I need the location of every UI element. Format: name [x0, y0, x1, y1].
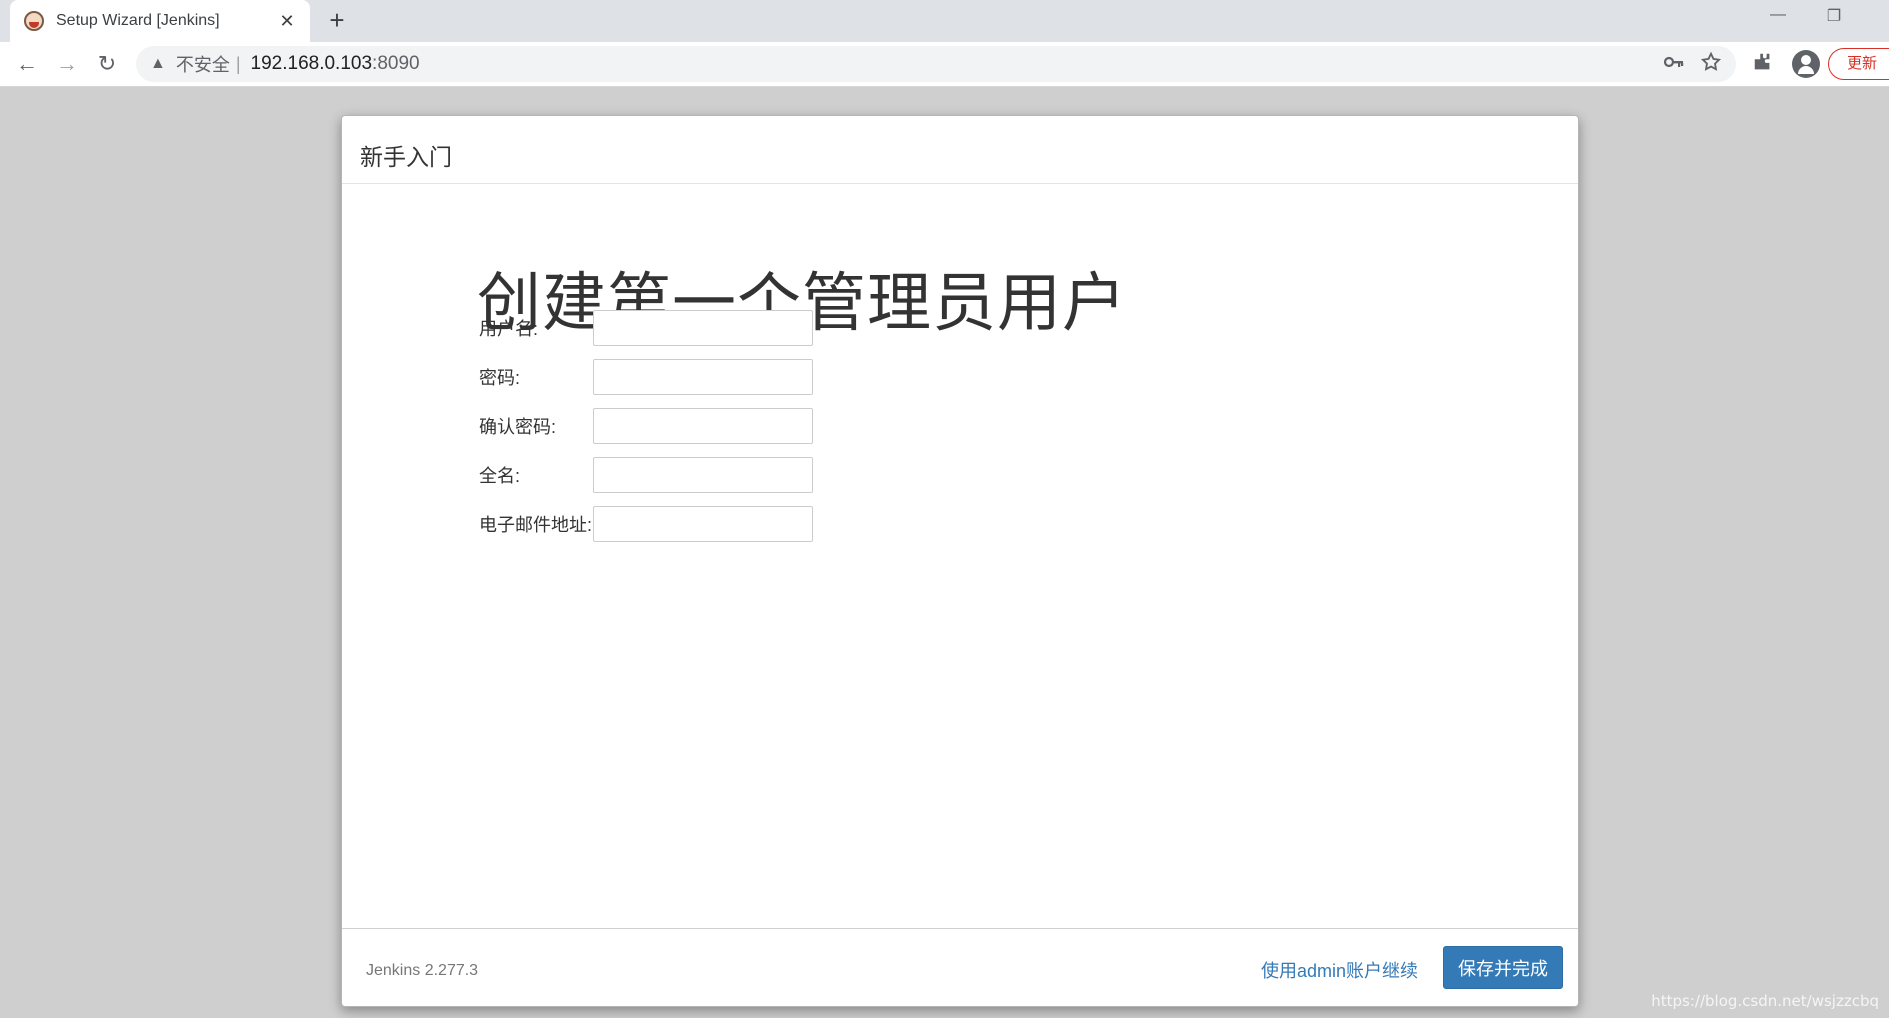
username-label: 用户名:	[479, 319, 539, 339]
warning-icon: ▲	[150, 55, 166, 72]
jenkins-version: Jenkins 2.277.3	[366, 962, 479, 979]
dialog-body: 创建第一个管理员用户 用户名: 密码: 确认密码: 全名: 电子邮件地址:	[342, 184, 1578, 923]
browser-tab-active[interactable]: Setup Wizard [Jenkins] ✕	[10, 0, 310, 42]
email-input[interactable]	[593, 506, 813, 542]
watermark: https://blog.csdn.net/wsjzzcbq	[1651, 992, 1879, 1010]
form-row-confirm-password: 确认密码:	[479, 408, 813, 444]
extensions-icon[interactable]	[1752, 51, 1774, 79]
reload-button[interactable]: ↻	[92, 49, 122, 79]
star-icon[interactable]	[1700, 51, 1722, 79]
jenkins-favicon-icon	[24, 11, 44, 31]
browser-toolbar: ← → ↻ ▲ 不安全 | 192.168.0.103 :8090 更新	[0, 42, 1889, 87]
address-separator: |	[235, 53, 241, 74]
continue-as-admin-link[interactable]: 使用admin账户继续	[1261, 957, 1418, 983]
new-tab-button[interactable]: +	[322, 6, 352, 36]
username-input[interactable]	[593, 310, 813, 346]
browser-tab-strip: Setup Wizard [Jenkins] ✕ + — ❐	[0, 0, 1889, 42]
fullname-label: 全名:	[479, 466, 521, 486]
tab-close-icon[interactable]: ✕	[276, 11, 298, 32]
address-host: 192.168.0.103	[250, 53, 373, 74]
update-browser-button[interactable]: 更新	[1828, 48, 1889, 80]
tab-title: Setup Wizard [Jenkins]	[56, 12, 220, 29]
page-content: 新手入门 创建第一个管理员用户 用户名: 密码: 确认密码: 全名: 电子邮件地…	[0, 87, 1889, 1018]
password-input[interactable]	[593, 359, 813, 395]
restore-window-icon[interactable]: ❐	[1814, 6, 1854, 26]
email-label: 电子邮件地址:	[479, 515, 593, 535]
save-and-finish-button[interactable]: 保存并完成	[1443, 946, 1563, 989]
address-port: :8090	[372, 53, 420, 74]
form-row-email: 电子邮件地址:	[479, 506, 813, 542]
dialog-footer: Jenkins 2.277.3 使用admin账户继续 保存并完成	[342, 928, 1578, 1006]
form-row-fullname: 全名:	[479, 457, 813, 493]
dialog-header: 新手入门	[342, 116, 1578, 184]
security-label[interactable]: 不安全	[176, 51, 230, 77]
setup-wizard-dialog: 新手入门 创建第一个管理员用户 用户名: 密码: 确认密码: 全名: 电子邮件地…	[341, 115, 1579, 1007]
minimize-window-icon[interactable]: —	[1758, 6, 1798, 24]
confirm-password-input[interactable]	[593, 408, 813, 444]
password-label: 密码:	[479, 368, 521, 388]
confirm-password-label: 确认密码:	[479, 417, 557, 437]
key-icon[interactable]	[1663, 53, 1684, 74]
form-row-password: 密码:	[479, 359, 813, 395]
fullname-input[interactable]	[593, 457, 813, 493]
profile-icon[interactable]	[1792, 50, 1820, 78]
back-button[interactable]: ←	[12, 49, 42, 79]
address-bar[interactable]: ▲ 不安全 | 192.168.0.103 :8090	[136, 46, 1736, 82]
form-row-username: 用户名:	[479, 310, 813, 346]
forward-button[interactable]: →	[52, 49, 82, 79]
dialog-header-title: 新手入门	[360, 144, 452, 170]
